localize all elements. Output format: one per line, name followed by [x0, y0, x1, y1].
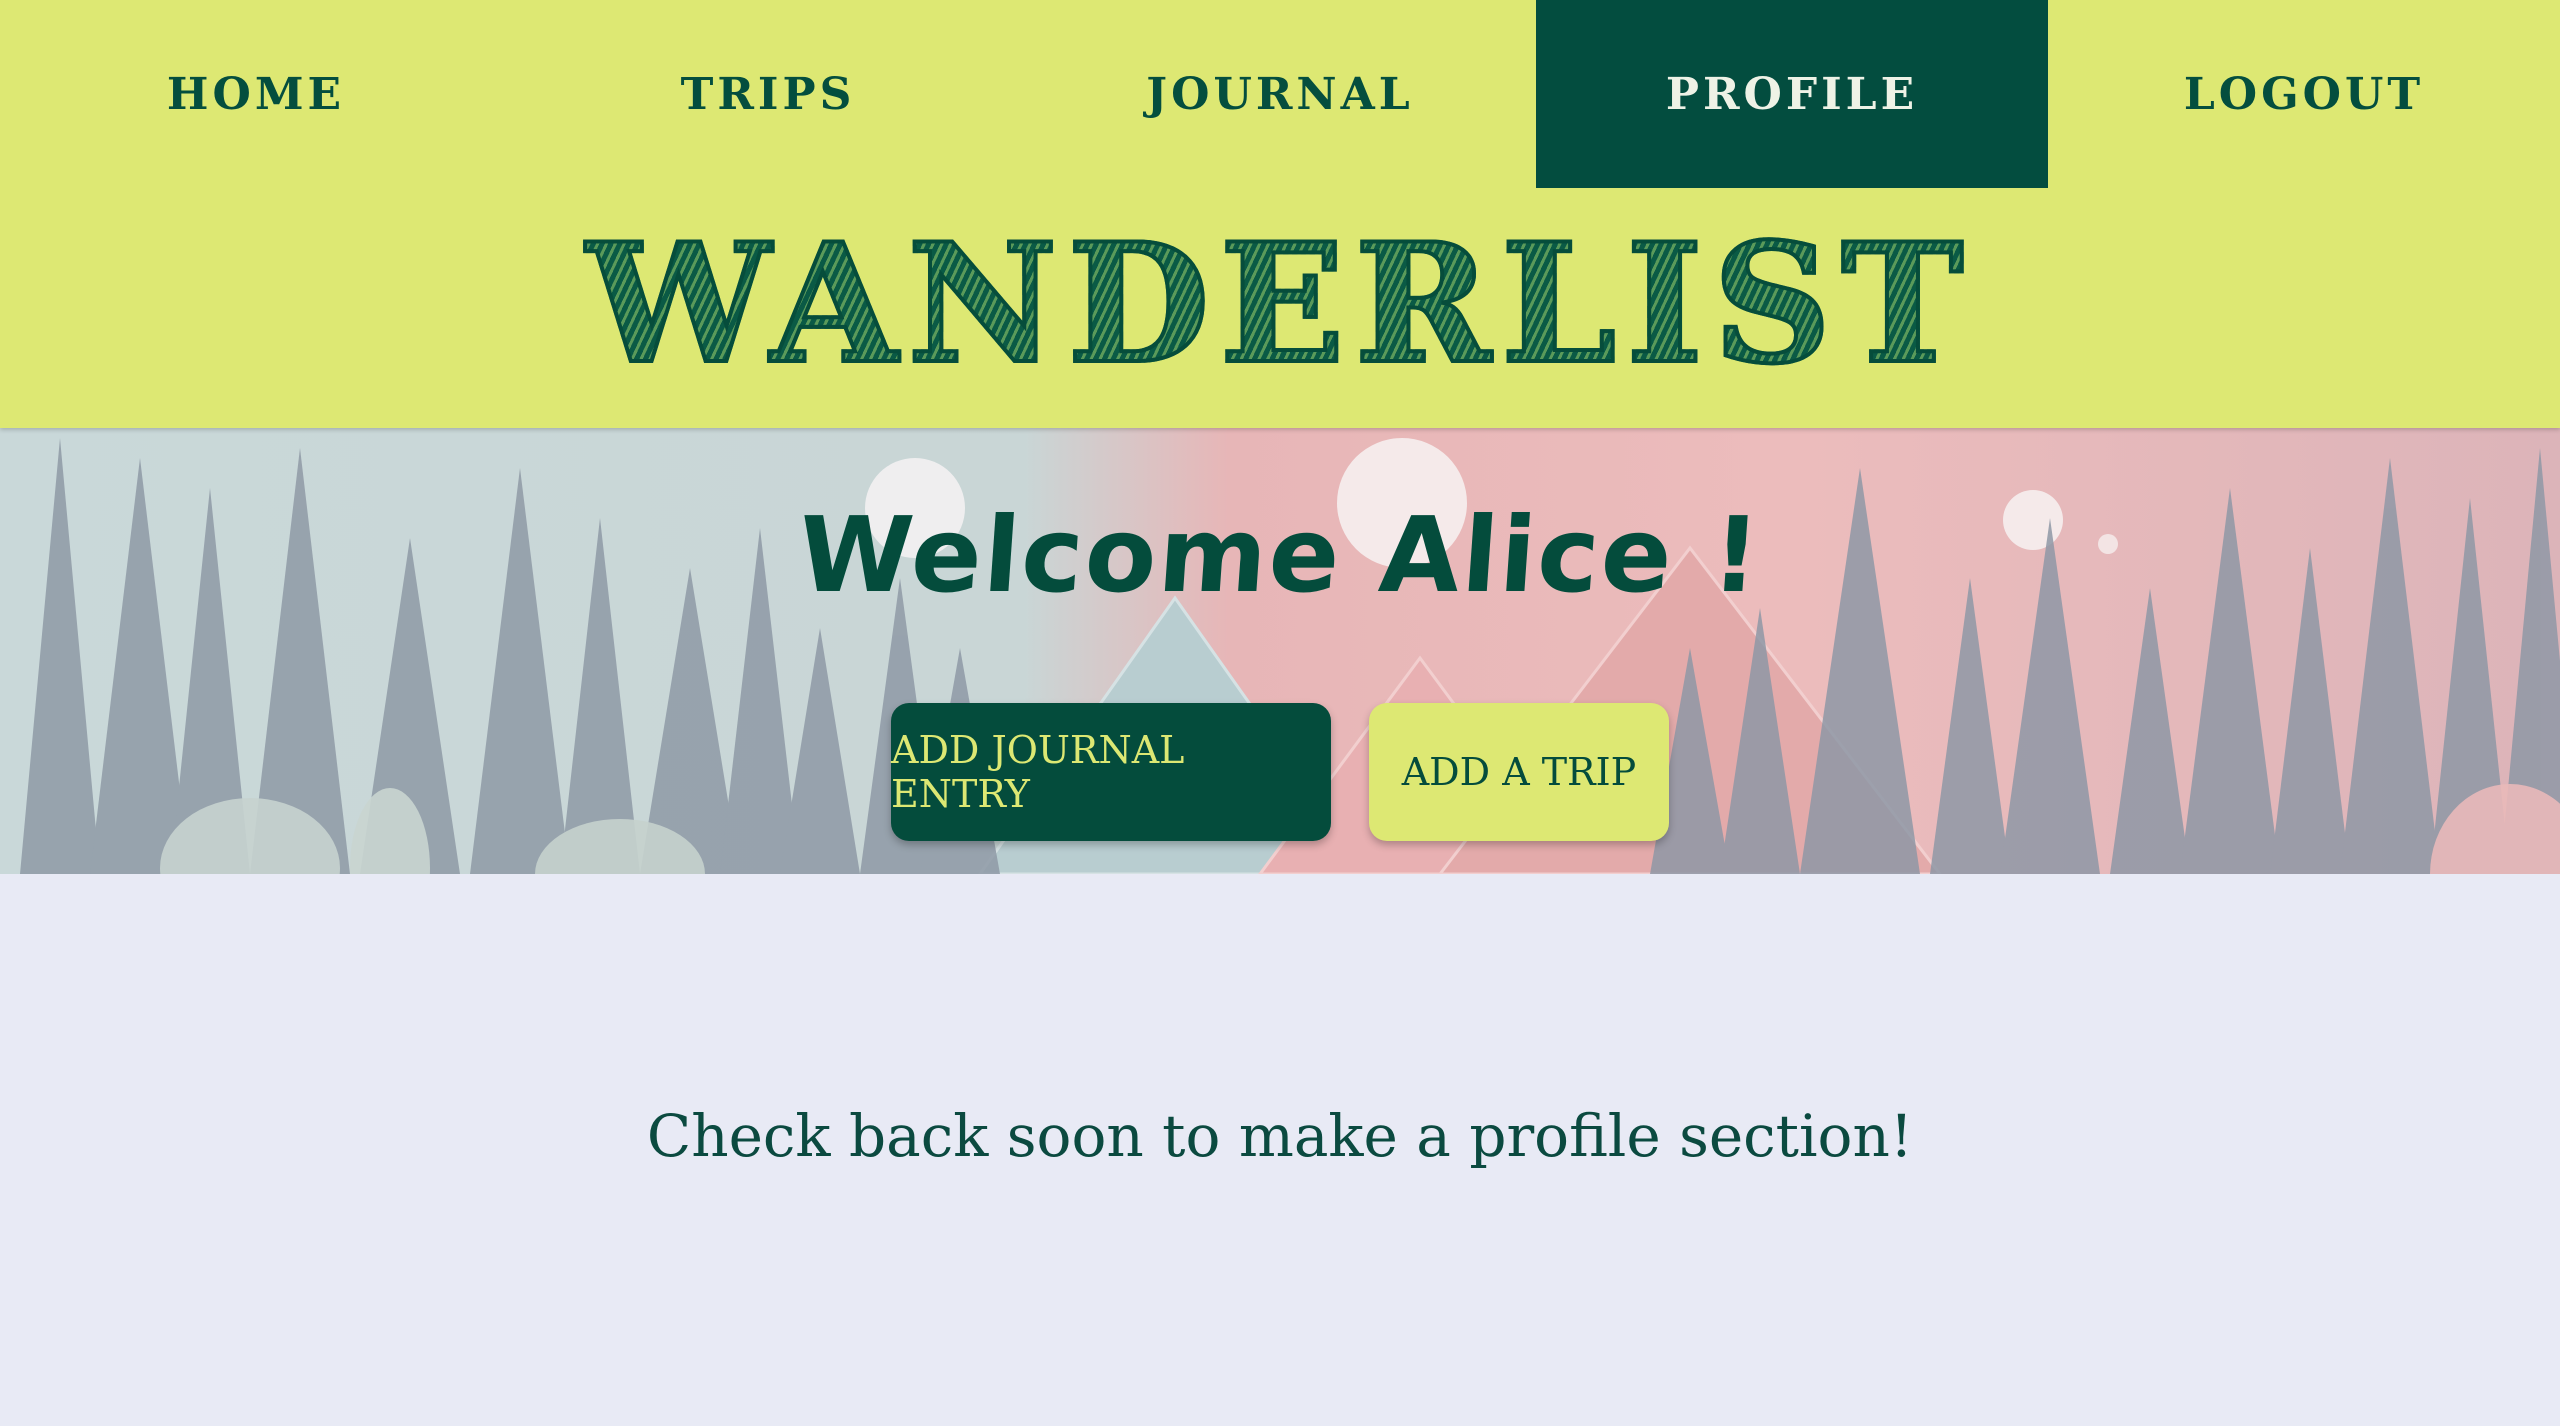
add-trip-button[interactable]: ADD A TRIP: [1369, 703, 1669, 841]
main-content: Check back soon to make a profile sectio…: [0, 874, 2560, 1426]
welcome-heading: Welcome Alice !: [794, 494, 1766, 616]
nav-trips[interactable]: TRIPS: [512, 0, 1024, 188]
site-header: HOME TRIPS JOURNAL PROFILE LOGOUT WANDER…: [0, 0, 2560, 428]
add-journal-entry-button[interactable]: ADD JOURNAL ENTRY: [891, 703, 1331, 841]
site-logo-title: WANDERLIST: [0, 204, 2560, 404]
nav-journal[interactable]: JOURNAL: [1024, 0, 1536, 188]
main-nav: HOME TRIPS JOURNAL PROFILE LOGOUT: [0, 0, 2560, 188]
nav-profile[interactable]: PROFILE: [1536, 0, 2048, 188]
nav-home[interactable]: HOME: [0, 0, 512, 188]
nav-logout[interactable]: LOGOUT: [2048, 0, 2560, 188]
hero-banner: Welcome Alice ! ADD JOURNAL ENTRY ADD A …: [0, 428, 2560, 874]
profile-placeholder-message: Check back soon to make a profile sectio…: [646, 1102, 1914, 1170]
